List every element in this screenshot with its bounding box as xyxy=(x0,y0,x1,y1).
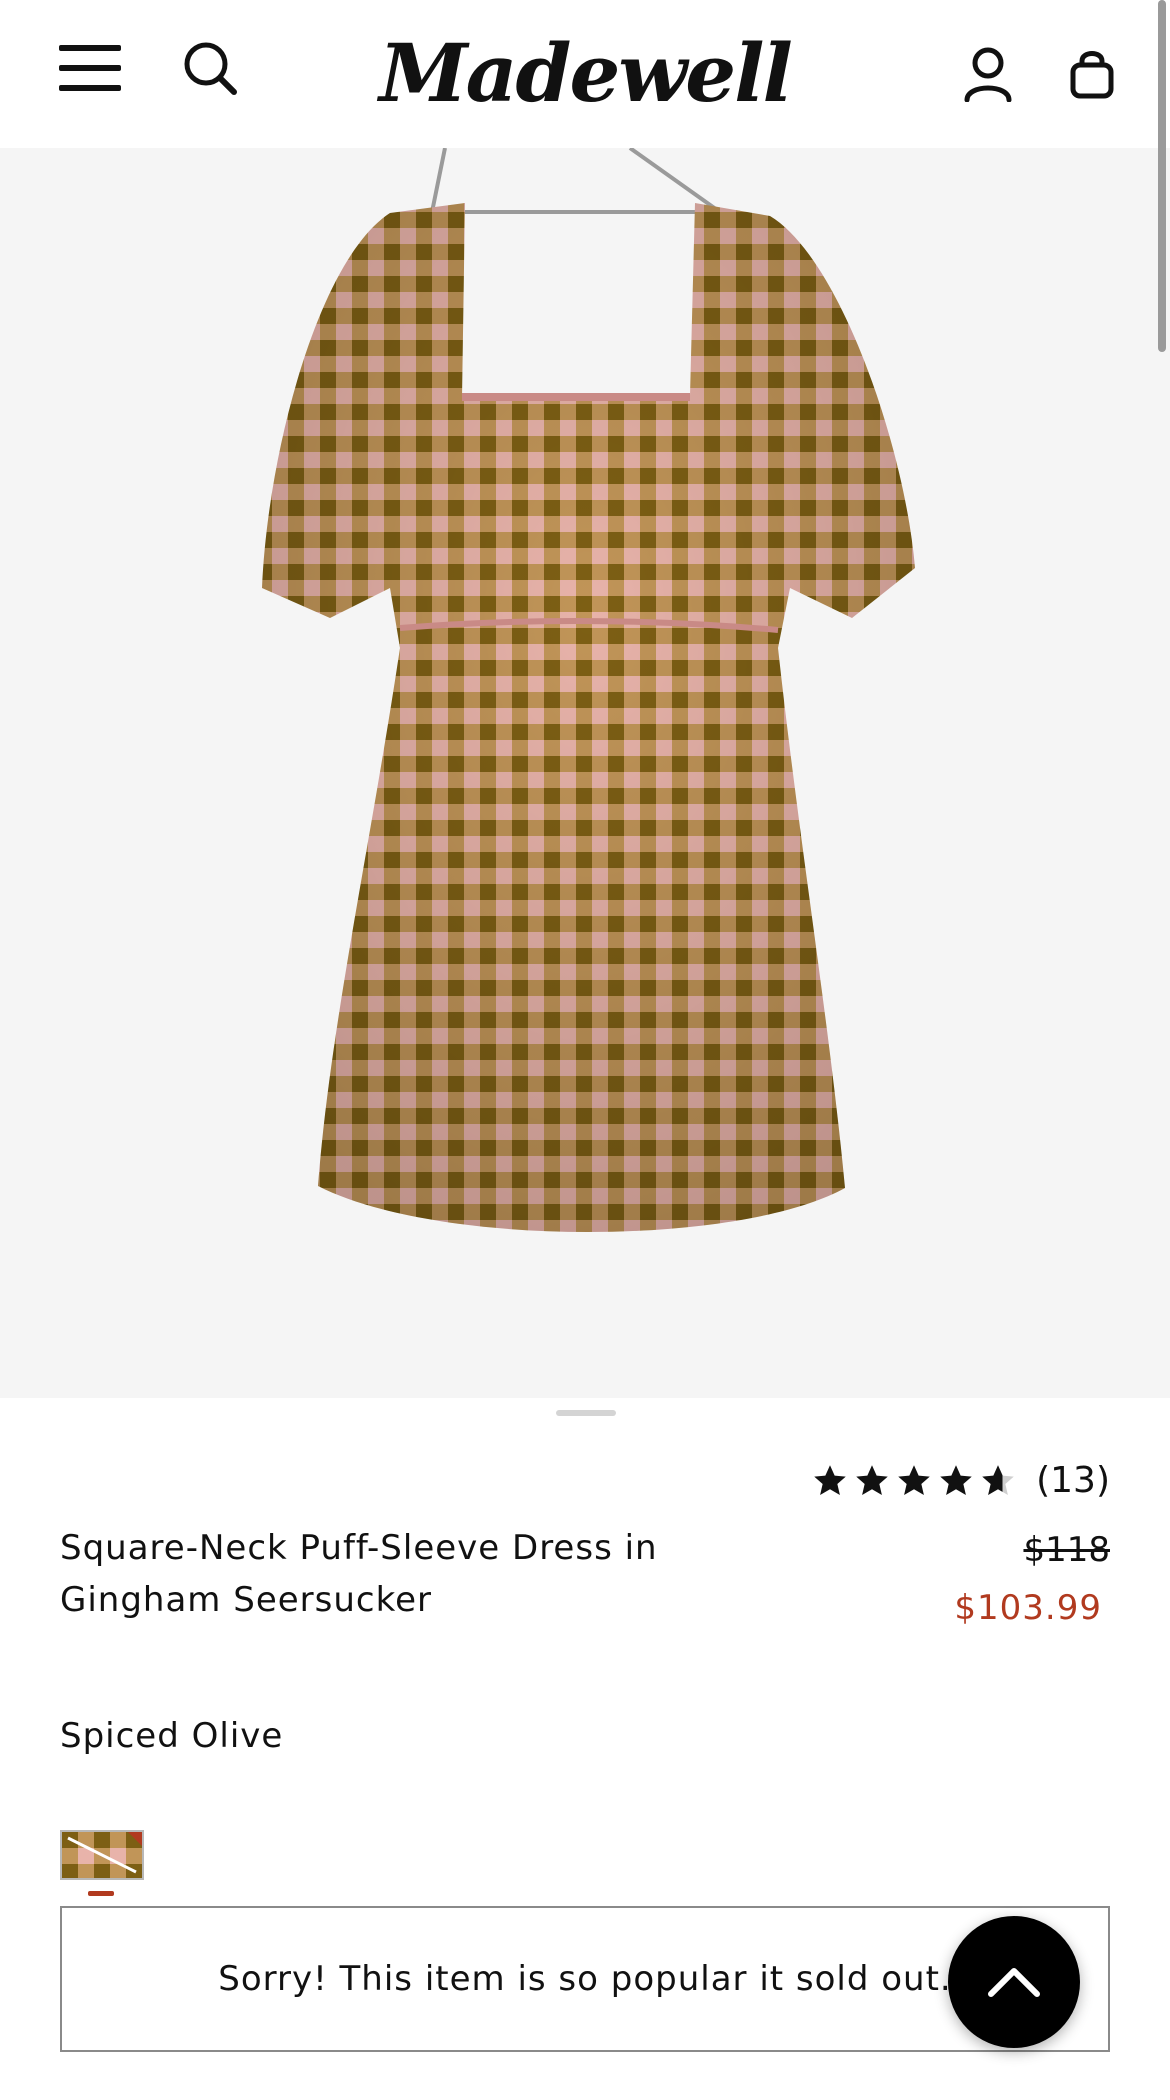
shopping-bag-icon xyxy=(1070,51,1114,99)
color-swatch-spiced-olive[interactable] xyxy=(60,1830,144,1880)
user-account-icon xyxy=(964,47,1012,102)
selected-swatch-indicator xyxy=(88,1891,114,1896)
chevron-up-icon xyxy=(988,1968,1040,1997)
product-title: Square-Neck Puff-Sleeve Dress in Gingham… xyxy=(60,1528,658,1620)
star-icon xyxy=(856,1464,888,1495)
selected-color-name: Spiced Olive xyxy=(60,1716,284,1756)
original-price: $118 xyxy=(1023,1530,1110,1570)
product-image[interactable] xyxy=(0,148,1170,1398)
account-button[interactable] xyxy=(950,36,1026,112)
gingham-dress-image xyxy=(262,148,915,1232)
scrollbar[interactable] xyxy=(1158,0,1166,352)
star-icon xyxy=(898,1464,930,1495)
star-icon xyxy=(814,1464,846,1495)
swatch-pattern xyxy=(62,1832,142,1878)
sold-out-message: Sorry! This item is so popular it sold o… xyxy=(218,1959,952,1999)
rating-stars xyxy=(812,1463,1016,1499)
product-rating[interactable]: (13) xyxy=(812,1460,1110,1501)
bag-button[interactable] xyxy=(1054,36,1130,112)
review-count[interactable]: (13) xyxy=(1036,1460,1110,1501)
image-page-indicator[interactable] xyxy=(556,1410,616,1416)
star-half-icon xyxy=(982,1464,1014,1495)
sale-price: $103.99 xyxy=(954,1588,1102,1628)
site-header: Madewell xyxy=(0,0,1170,148)
star-icon xyxy=(940,1464,972,1495)
scroll-to-top-button[interactable] xyxy=(948,1916,1080,2048)
